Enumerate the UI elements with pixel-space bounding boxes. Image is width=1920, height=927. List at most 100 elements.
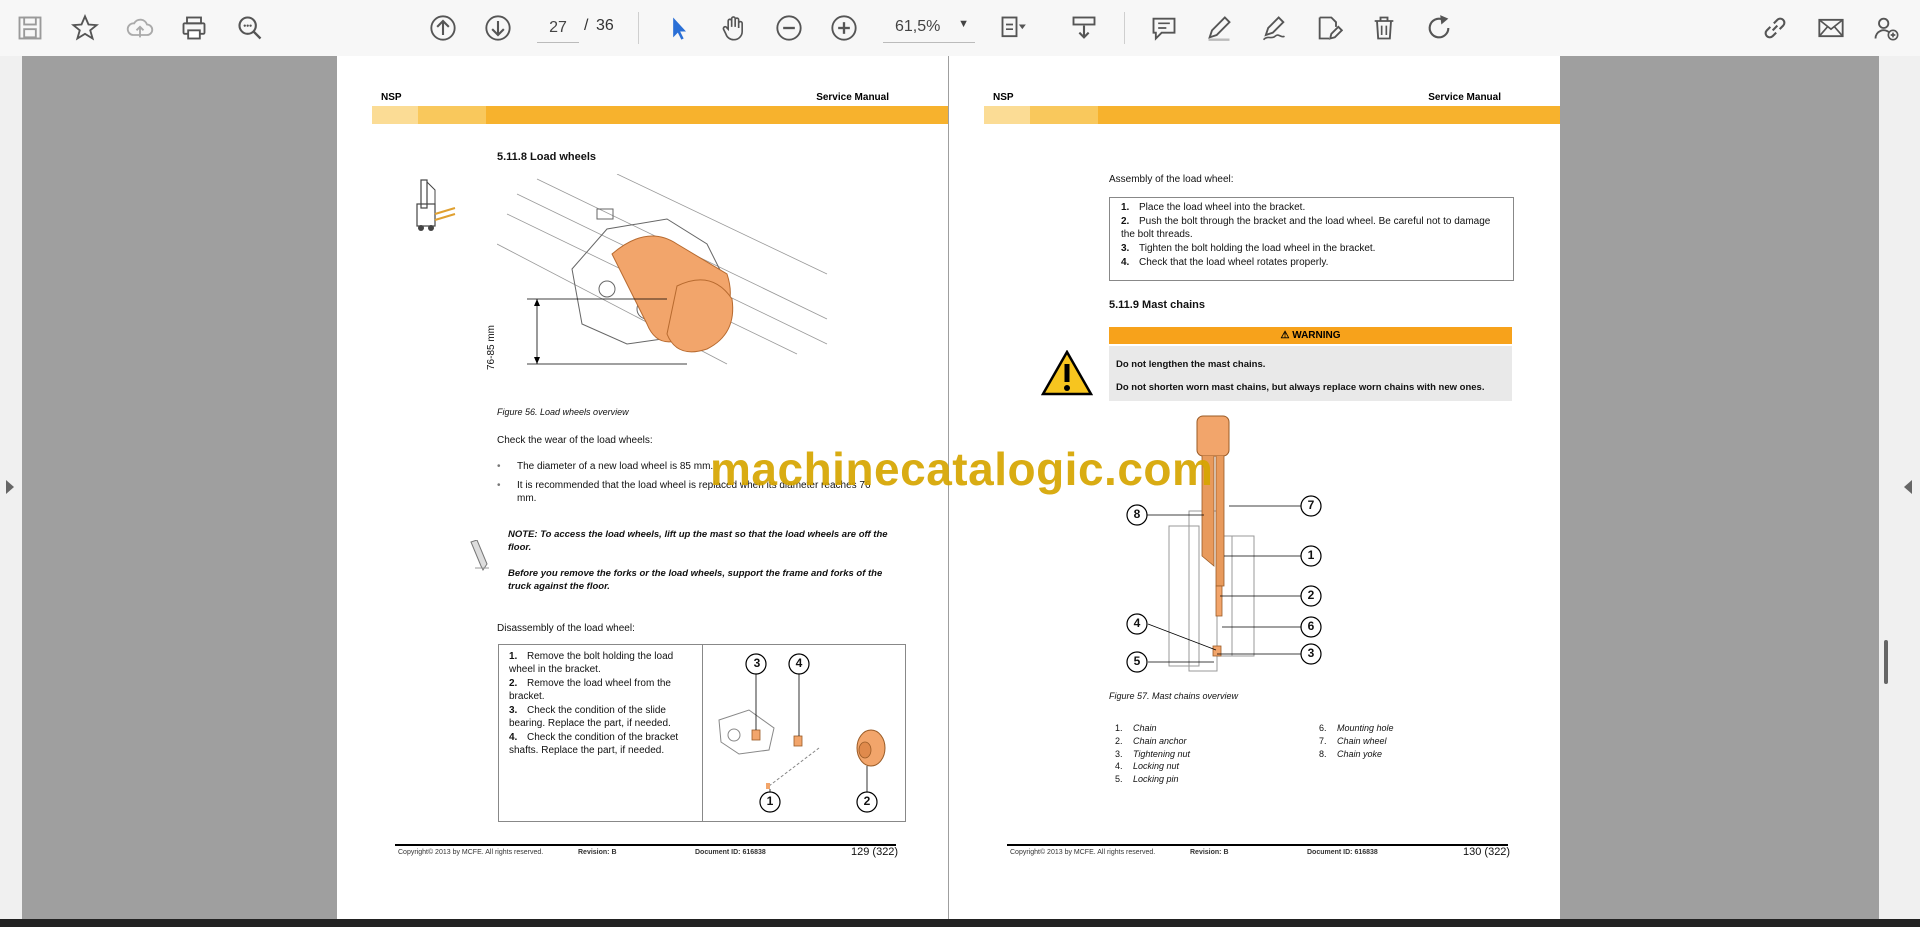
- page-down-icon[interactable]: [480, 10, 516, 46]
- zoom-value: 61,5%: [895, 18, 941, 35]
- cloud-upload-icon[interactable]: [122, 10, 158, 46]
- rotate-icon[interactable]: [1421, 10, 1457, 46]
- taskbar-strip: [0, 919, 1920, 927]
- zoom-in-icon[interactable]: [826, 10, 862, 46]
- note-text: NOTE: To access the load wheels, lift up…: [508, 529, 888, 553]
- callout-label: 2: [1307, 588, 1315, 602]
- save-icon[interactable]: [12, 10, 48, 46]
- page-number: 130 (322): [1463, 846, 1511, 858]
- page-number: 129 (322): [851, 846, 899, 858]
- bullet-dot: •: [497, 480, 501, 491]
- toolbar-divider: [1124, 12, 1125, 44]
- chevron-down-icon: ▼: [958, 18, 969, 30]
- legend-item: 7. Chain wheel: [1319, 736, 1387, 746]
- legend-item: 2. Chain anchor: [1115, 736, 1187, 746]
- delete-icon[interactable]: [1366, 10, 1402, 46]
- page-total: 36: [596, 17, 614, 34]
- callout-label: 5: [1133, 654, 1141, 668]
- fit-page-icon[interactable]: [995, 10, 1031, 46]
- step-item: 1. Remove the bolt holding the load wheel…: [509, 651, 674, 675]
- legend-item: 1. Chain: [1115, 723, 1157, 733]
- footer-revision: Revision: B: [578, 849, 617, 856]
- zoom-out-icon[interactable]: [771, 10, 807, 46]
- check-wear-text: Check the wear of the load wheels:: [497, 435, 653, 446]
- dimension-label: 76-85 mm: [486, 324, 497, 370]
- warning-bar: ⚠ WARNING: [1109, 327, 1512, 344]
- email-icon[interactable]: [1813, 10, 1849, 46]
- load-wheels-diagram: [497, 174, 828, 365]
- pen-icon[interactable]: [1201, 10, 1237, 46]
- legend-item: 5. Locking pin: [1115, 774, 1179, 784]
- callout-label: 1: [1307, 548, 1315, 562]
- callout-label: 2: [863, 794, 871, 808]
- callout-label: 4: [1133, 616, 1141, 630]
- step-item: 2. Push the bolt through the bracket and …: [1121, 216, 1491, 240]
- header-band: [984, 106, 1560, 124]
- edit-icon[interactable]: [1311, 10, 1347, 46]
- legend-item: 6. Mounting hole: [1319, 723, 1394, 733]
- forklift-icon: [416, 179, 456, 231]
- expand-left-panel-icon[interactable]: [6, 480, 14, 494]
- step-item: 4. Check the condition of the bracket sha…: [509, 732, 679, 756]
- disassembly-diagram: [718, 653, 886, 813]
- step-item: 1. Place the load wheel into the bracket.: [1121, 202, 1306, 213]
- footer-doc-id: Document ID: 616838: [1307, 849, 1378, 856]
- pencil-note-icon: [470, 540, 489, 571]
- step-item: 3. Tighten the bolt holding the load whee…: [1121, 243, 1376, 254]
- table-divider: [702, 644, 703, 822]
- header-left: NSP: [993, 92, 1014, 103]
- callout-label: 4: [795, 656, 803, 670]
- print-icon[interactable]: [176, 10, 212, 46]
- add-user-icon[interactable]: [1868, 10, 1904, 46]
- sign-icon[interactable]: [1256, 10, 1292, 46]
- toolbar: / 36 61,5% ▼: [0, 0, 1920, 57]
- vertical-scrollbar[interactable]: [1884, 640, 1888, 684]
- step-item: 2. Remove the load wheel from the bracket…: [509, 678, 671, 702]
- page-separator: /: [584, 17, 589, 34]
- warning-triangle-icon: ⚠: [1280, 330, 1293, 341]
- footer-rule: [1007, 844, 1508, 846]
- footer-rule: [395, 844, 896, 846]
- warning-text: Do not lengthen the mast chains.: [1116, 359, 1266, 370]
- warning-label: WARNING: [1292, 330, 1341, 341]
- comment-icon[interactable]: [1146, 10, 1182, 46]
- callout-label: 6: [1307, 619, 1315, 633]
- callout-label: 8: [1133, 507, 1141, 521]
- star-icon[interactable]: [67, 10, 103, 46]
- section-title: 5.11.8 Load wheels: [497, 151, 597, 163]
- right-panel-strip: [1879, 56, 1920, 919]
- section-title: 5.11.9 Mast chains: [1109, 299, 1205, 311]
- footer-copyright: Copyright© 2013 by MCFE. All rights rese…: [398, 849, 544, 856]
- assembly-title: Assembly of the load wheel:: [1109, 174, 1234, 185]
- callout-label: 7: [1307, 498, 1315, 512]
- callout-label: 3: [753, 656, 761, 670]
- figure-caption: Figure 56. Load wheels overview: [497, 407, 629, 417]
- step-item: 4. Check that the load wheel rotates prop…: [1121, 257, 1329, 268]
- footer-copyright: Copyright© 2013 by MCFE. All rights rese…: [1010, 849, 1156, 856]
- zoom-dropdown[interactable]: 61,5% ▼: [883, 14, 975, 43]
- note-text: Before you remove the forks or the load …: [508, 568, 883, 592]
- warning-text: Do not shorten worn mast chains, but alw…: [1116, 382, 1485, 393]
- disassembly-title: Disassembly of the load wheel:: [497, 623, 635, 634]
- figure-caption: Figure 57. Mast chains overview: [1109, 691, 1239, 701]
- zoom-search-icon[interactable]: [232, 10, 268, 46]
- legend-item: 4. Locking nut: [1115, 761, 1180, 771]
- expand-right-panel-icon[interactable]: [1904, 480, 1912, 494]
- page-number-input[interactable]: [537, 14, 579, 43]
- warning-sign-icon: [1041, 350, 1093, 396]
- legend-item: 8. Chain yoke: [1319, 749, 1383, 759]
- watermark: machinecatalogic.com: [710, 443, 1214, 495]
- header-left: NSP: [381, 92, 402, 103]
- page-up-icon[interactable]: [425, 10, 461, 46]
- step-item: 3. Check the condition of the slide beari…: [509, 705, 671, 729]
- callout-label: 1: [766, 794, 774, 808]
- footer-revision: Revision: B: [1190, 849, 1229, 856]
- bullet-dot: •: [497, 461, 501, 472]
- select-arrow-icon[interactable]: [661, 10, 697, 46]
- hand-tool-icon[interactable]: [716, 10, 752, 46]
- callout-label: 3: [1307, 646, 1315, 660]
- download-icon[interactable]: [1066, 10, 1102, 46]
- share-link-icon[interactable]: [1757, 10, 1793, 46]
- toolbar-divider: [638, 12, 639, 44]
- header-right: Service Manual: [1428, 92, 1501, 103]
